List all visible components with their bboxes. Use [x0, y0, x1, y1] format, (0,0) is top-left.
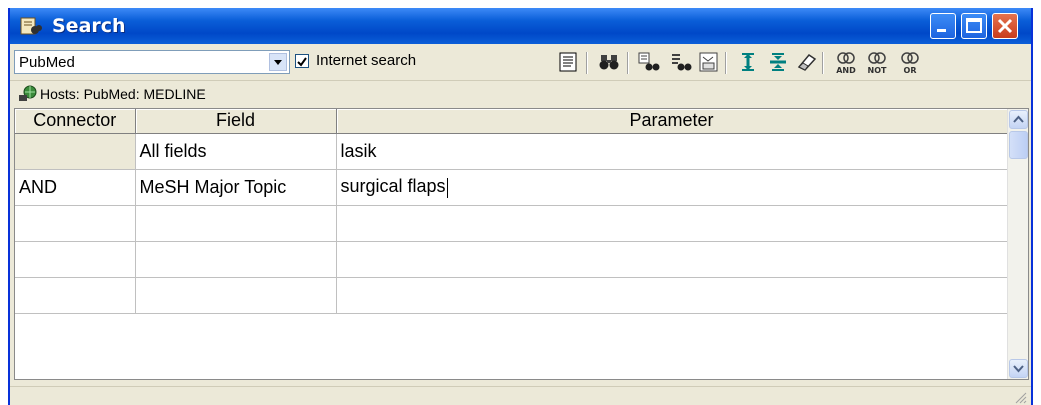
- numbered-list-icon[interactable]: [698, 52, 720, 72]
- parameter-cell[interactable]: lasik: [336, 133, 1008, 170]
- parameter-cell[interactable]: [336, 241, 1008, 278]
- hosts-row: Hosts: PubMed: MEDLINE: [10, 81, 1031, 107]
- parameter-cell[interactable]: [336, 205, 1008, 242]
- and-connector-icon[interactable]: AND: [834, 51, 858, 75]
- field-cell[interactable]: [135, 205, 337, 242]
- field-cell[interactable]: All fields: [135, 133, 337, 170]
- binoculars-icon[interactable]: [598, 52, 620, 72]
- column-header-parameter[interactable]: Parameter: [336, 109, 1008, 134]
- vertical-scrollbar[interactable]: [1007, 109, 1028, 379]
- connector-cell[interactable]: AND: [15, 169, 136, 206]
- binoculars-book-icon: [20, 17, 42, 35]
- toolbar-separator: [725, 52, 727, 74]
- globe-key-icon: [19, 85, 37, 101]
- status-bar: [10, 386, 1031, 405]
- insert-row-icon[interactable]: [737, 52, 759, 72]
- table-row[interactable]: [15, 241, 1008, 278]
- not-connector-icon[interactable]: NOT: [865, 51, 889, 75]
- chevron-down-icon: [274, 60, 282, 65]
- header-row: Connector Field Parameter: [15, 109, 1008, 134]
- database-select[interactable]: PubMed: [14, 50, 290, 74]
- column-header-field[interactable]: Field: [135, 109, 337, 134]
- chevron-down-icon: [1013, 365, 1024, 373]
- table-row[interactable]: [15, 205, 1008, 242]
- search-record-icon[interactable]: [670, 52, 692, 72]
- table-row[interactable]: AND MeSH Major Topic surgical flaps: [15, 169, 1008, 206]
- scroll-thumb[interactable]: [1009, 131, 1028, 159]
- search-window: Search PubMed Internet search AND NOT OR…: [8, 8, 1033, 405]
- notepad-icon[interactable]: [557, 52, 579, 72]
- column-header-connector[interactable]: Connector: [15, 109, 136, 134]
- or-connector-icon[interactable]: OR: [898, 51, 922, 75]
- minimize-icon: [937, 29, 946, 32]
- connector-cell[interactable]: [15, 277, 136, 314]
- internet-search-label[interactable]: Internet search: [316, 52, 416, 69]
- scroll-up-button[interactable]: [1009, 110, 1028, 129]
- close-icon: [997, 18, 1013, 34]
- delete-row-icon[interactable]: [767, 52, 789, 72]
- parameter-cell[interactable]: [336, 277, 1008, 314]
- or-label: OR: [904, 66, 917, 75]
- minimize-button[interactable]: [930, 13, 956, 39]
- window-title: Search: [52, 15, 126, 37]
- database-select-value: PubMed: [19, 54, 75, 71]
- connector-cell[interactable]: [15, 241, 136, 278]
- title-bar[interactable]: Search: [10, 8, 1031, 44]
- eraser-icon[interactable]: [795, 52, 817, 72]
- chevron-up-icon: [1013, 115, 1024, 123]
- toolbar-separator: [586, 52, 588, 74]
- toolbar-separator: [627, 52, 629, 74]
- field-cell[interactable]: [135, 277, 337, 314]
- table-row[interactable]: [15, 277, 1008, 314]
- and-label: AND: [836, 66, 856, 75]
- text-caret: [446, 177, 448, 198]
- search-grid: Connector Field Parameter All fields las…: [14, 108, 1029, 380]
- resize-grip-icon[interactable]: [1013, 390, 1027, 404]
- maximize-icon: [966, 18, 982, 33]
- connector-cell[interactable]: [15, 205, 136, 242]
- search-table: Connector Field Parameter All fields las…: [15, 109, 1008, 314]
- internet-search-checkbox[interactable]: [295, 54, 309, 68]
- toolbar-separator: [822, 52, 824, 74]
- parameter-text: surgical flaps: [340, 176, 446, 197]
- connector-cell[interactable]: [15, 133, 136, 170]
- not-label: NOT: [868, 66, 887, 75]
- parameter-cell-editing[interactable]: surgical flaps: [336, 169, 1008, 206]
- scroll-down-button[interactable]: [1009, 359, 1028, 378]
- field-cell[interactable]: MeSH Major Topic: [135, 169, 337, 206]
- field-cell[interactable]: [135, 241, 337, 278]
- search-field-icon[interactable]: [638, 52, 660, 72]
- hosts-label: Hosts: PubMed: MEDLINE: [40, 86, 206, 102]
- table-row[interactable]: All fields lasik: [15, 133, 1008, 170]
- dropdown-button[interactable]: [269, 53, 287, 71]
- maximize-button[interactable]: [961, 13, 987, 39]
- close-button[interactable]: [992, 13, 1018, 39]
- checkmark-icon: [297, 57, 307, 67]
